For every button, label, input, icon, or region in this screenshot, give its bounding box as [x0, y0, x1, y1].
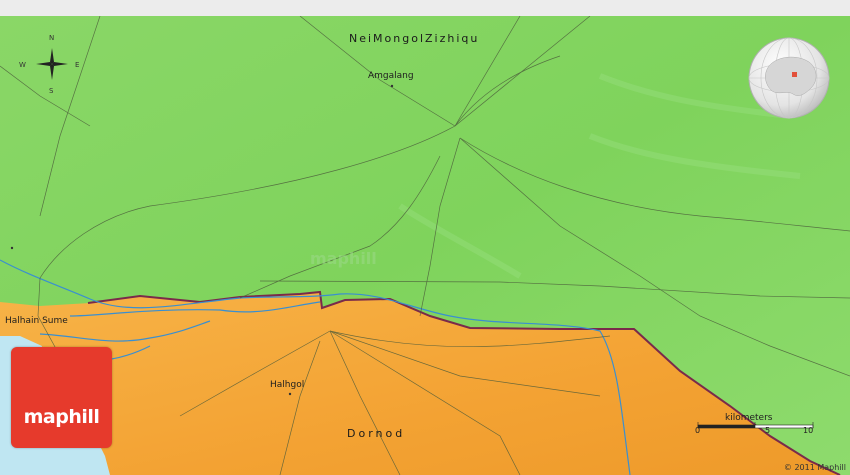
scale-bar: kilometers 0 5 10	[695, 410, 820, 440]
scale-tick-5: 5	[765, 426, 771, 435]
place-label-halhgol[interactable]: Halhgol	[270, 380, 304, 390]
city-dot-icon	[10, 246, 14, 250]
compass-e: E	[75, 61, 80, 69]
copyright-notice: © 2011 Maphill	[783, 463, 846, 472]
compass-s: S	[49, 87, 54, 95]
region-label-south: Dornod	[347, 427, 406, 440]
region-label-north: NeiMongolZizhiqu	[349, 32, 480, 45]
compass-n: N	[49, 34, 55, 42]
scale-tick-0: 0	[695, 426, 701, 435]
maphill-logo[interactable]: maphill	[11, 347, 112, 448]
city-dot-icon	[390, 84, 394, 88]
compass-w: W	[19, 61, 26, 69]
maphill-logo-text: maphill	[23, 406, 100, 428]
map-canvas[interactable]: maphill	[0, 16, 850, 475]
city-dot-icon	[288, 392, 292, 396]
scale-bar-graphic	[697, 422, 814, 429]
map-area[interactable]: maphill NeiMongolZizhiqu Dornod Amgalang…	[0, 16, 850, 475]
place-label-amgalang[interactable]: Amgalang	[368, 71, 414, 81]
place-label-halhain-sume[interactable]: Halhain Sume	[5, 316, 68, 326]
map-watermark: maphill	[310, 249, 377, 268]
locator-globe-icon	[748, 37, 830, 119]
scale-tick-10: 10	[803, 426, 814, 435]
